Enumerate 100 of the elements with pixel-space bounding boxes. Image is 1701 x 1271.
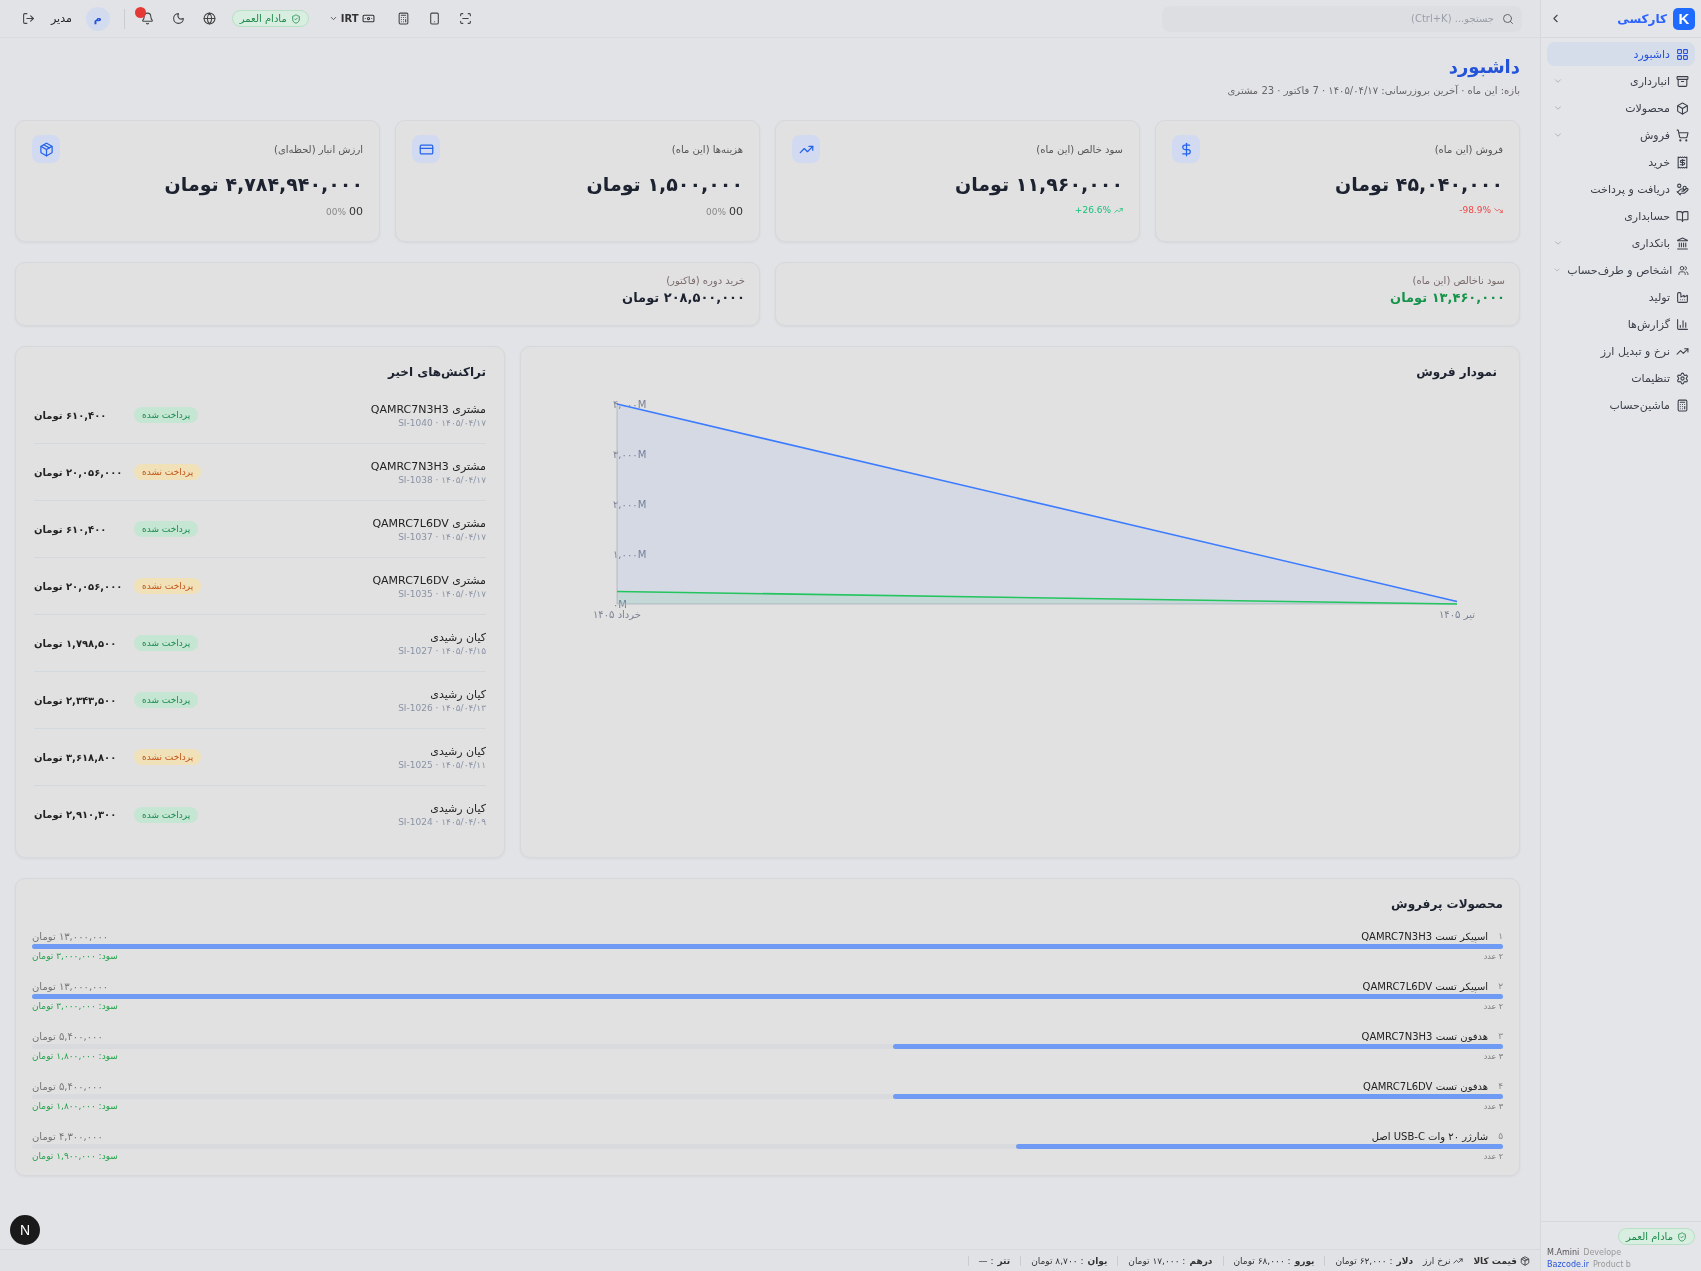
invoice-meta: SI-1027 · ۱۴۰۵/۰۴/۱۵	[397, 645, 486, 656]
invoice-meta: SI-1025 · ۱۴۰۵/۰۴/۱۱	[397, 759, 486, 770]
site-note: Product b	[1592, 1260, 1631, 1269]
summary-value: ۲۰۸,۵۰۰,۰۰۰ تومان	[621, 290, 745, 305]
search-input[interactable]: جستجو... (Ctrl+K)	[1170, 12, 1496, 25]
site-link[interactable]: Bazcode.ir	[1547, 1260, 1589, 1269]
amount: ۲۰,۰۵۶,۰۰۰ تومان	[34, 466, 124, 478]
status-badge: پرداخت شده	[134, 521, 199, 537]
y-tick-label: ۴,۰۰۰M	[613, 399, 647, 410]
archive-icon	[1676, 74, 1689, 88]
license-badge: مادام العمر	[231, 10, 309, 27]
currency-name: تتر	[997, 1255, 1011, 1266]
sidebar-item[interactable]: انبارداری	[1547, 69, 1695, 93]
product-rank: ۳	[1498, 1031, 1503, 1042]
book-icon	[1676, 209, 1689, 223]
shield-icon	[290, 13, 301, 24]
logout-icon[interactable]	[20, 10, 37, 27]
exchange-rate: : —	[978, 1255, 994, 1266]
amount: ۶۱۰,۴۰۰ تومان	[34, 409, 108, 421]
kpi-change: 26.6%+	[1074, 205, 1111, 215]
box-icon	[1676, 101, 1689, 115]
page-subtitle: بازه: این ماه · آخرین بروزرسانی: ۱۴۰۵/۰۴/۱۷ · 7 فاکتور · 23 مشتری	[1226, 85, 1520, 96]
sidebar-item[interactable]: گزارش‌ها	[1547, 312, 1695, 336]
product-name: هدفون تست QAMRC7N3H3	[1361, 1031, 1489, 1042]
sidebar-item[interactable]: تنظیمات	[1547, 366, 1695, 390]
product-rank: ۲	[1498, 981, 1503, 992]
sidebar-item[interactable]: بانکداری	[1547, 231, 1695, 255]
customer-name: مشتری QAMRC7L6DV	[371, 573, 486, 587]
product-rank: ۵	[1498, 1131, 1503, 1142]
dev-badge[interactable]: N	[10, 1215, 40, 1245]
y-tick-label: ۰M	[613, 599, 627, 610]
invoice-meta: SI-1035 · ۱۴۰۵/۰۴/۱۷	[397, 588, 486, 599]
license-badge: مادام العمر	[1618, 1228, 1695, 1245]
box-icon	[32, 135, 60, 163]
product-profit: سود: ۳,۰۰۰,۰۰۰ تومان	[32, 951, 118, 961]
search-icon	[1502, 12, 1514, 25]
product-name: هدفون تست QAMRC7L6DV	[1363, 1081, 1489, 1092]
sidebar-item[interactable]: دریافت و پرداخت	[1547, 177, 1695, 201]
kpi-title: هزینه‌ها (این ماه)	[671, 143, 743, 155]
currency-name: درهم	[1189, 1255, 1213, 1266]
transactions-title: تراکنش‌های اخیر	[386, 365, 486, 379]
sidebar-item[interactable]: داشبورد	[1547, 42, 1695, 66]
search-field[interactable]: جستجو... (Ctrl+K)	[1162, 5, 1522, 32]
cart-icon	[1676, 128, 1689, 142]
globe-icon[interactable]	[200, 10, 218, 27]
chart-title: نمودار فروش	[1415, 365, 1497, 379]
customer-name: مشتری QAMRC7L6DV	[371, 516, 486, 530]
product-count: ۲ عدد	[1483, 1001, 1503, 1011]
status-badge: پرداخت نشده	[134, 578, 202, 594]
product-profit: سود: ۱,۸۰۰,۰۰۰ تومان	[32, 1051, 118, 1061]
app-logo: K	[1673, 7, 1695, 30]
sidebar-item[interactable]: حسابداری	[1547, 204, 1695, 228]
kpi-title: ارزش انبار (لحظه‌ای)	[274, 143, 363, 155]
summary-title: خرید دوره (فاکتور)	[665, 275, 745, 286]
status-badge: پرداخت شده	[134, 806, 199, 823]
status-badge: پرداخت نشده	[134, 749, 202, 765]
status-badge: پرداخت شده	[134, 635, 199, 651]
amount: ۲,۳۴۳,۵۰۰ تومان	[34, 694, 118, 706]
currency-selector[interactable]: IRT	[322, 11, 381, 26]
invoice-meta: SI-1038 · ۱۴۰۵/۰۴/۱۷	[397, 474, 486, 485]
sidebar-item[interactable]: ماشین‌حساب	[1547, 393, 1695, 417]
product-count: ۳ عدد	[1483, 1101, 1503, 1111]
sidebar-item[interactable]: تولید	[1547, 285, 1695, 309]
invoice-meta: SI-1026 · ۱۴۰۵/۰۴/۱۳	[397, 702, 486, 713]
user-avatar[interactable]: م	[85, 6, 110, 31]
x-tick-label: تیر ۱۴۰۵	[1439, 609, 1475, 620]
customer-name: کیان رشیدی	[429, 744, 486, 758]
receipt-icon	[1676, 155, 1689, 169]
page-title: داشبورد	[1447, 56, 1520, 77]
invoice-meta: SI-1040 · ۱۴۰۵/۰۴/۱۷	[397, 417, 486, 428]
kpi-title: فروش (این ماه)	[1434, 143, 1503, 155]
banknote-icon	[361, 12, 375, 25]
factory-icon	[1676, 290, 1689, 304]
sidebar-item[interactable]: محصولات	[1547, 96, 1695, 120]
bell-icon[interactable]	[138, 10, 156, 27]
currency-name: یوان	[1087, 1255, 1108, 1266]
users-icon	[1678, 263, 1689, 277]
product-revenue: ۱۳,۰۰۰,۰۰۰ تومان	[32, 931, 109, 942]
sidebar-item[interactable]: فروش	[1547, 123, 1695, 147]
sidebar-item[interactable]: خرید	[1547, 150, 1695, 174]
trend-up-icon	[792, 135, 820, 163]
kpi-change-value: 00	[729, 205, 743, 218]
kpi-value: ۱۱,۹۶۰,۰۰۰ تومان	[954, 173, 1123, 195]
kpi-value: ۴۵,۰۴۰,۰۰۰ تومان	[1334, 173, 1503, 195]
y-tick-label: ۳,۰۰۰M	[613, 449, 647, 460]
product-count: ۲ عدد	[1483, 951, 1503, 961]
sidebar-item[interactable]: اشخاص و طرف‌حساب	[1547, 258, 1695, 282]
calculator-icon	[1676, 398, 1689, 412]
currency-name: دلار	[1396, 1255, 1414, 1266]
kpi-change: 00%	[326, 206, 346, 217]
invoice-meta: SI-1024 · ۱۴۰۵/۰۴/۰۹	[397, 817, 486, 827]
rates-label[interactable]: نرخ ارز	[1423, 1255, 1451, 1266]
caret-icon	[328, 14, 338, 23]
y-tick-label: ۲,۰۰۰M	[613, 499, 647, 510]
product-profit: سود: ۱,۸۰۰,۰۰۰ تومان	[32, 1101, 118, 1111]
dollar-icon	[1172, 135, 1200, 163]
customer-name: مشتری QAMRC7N3H3	[369, 402, 486, 416]
sidebar-item[interactable]: نرخ و تبدیل ارز	[1547, 339, 1695, 363]
amount: ۳,۶۱۸,۸۰۰ تومان	[34, 751, 118, 763]
price-label[interactable]: قیمت کالا	[1473, 1255, 1517, 1266]
